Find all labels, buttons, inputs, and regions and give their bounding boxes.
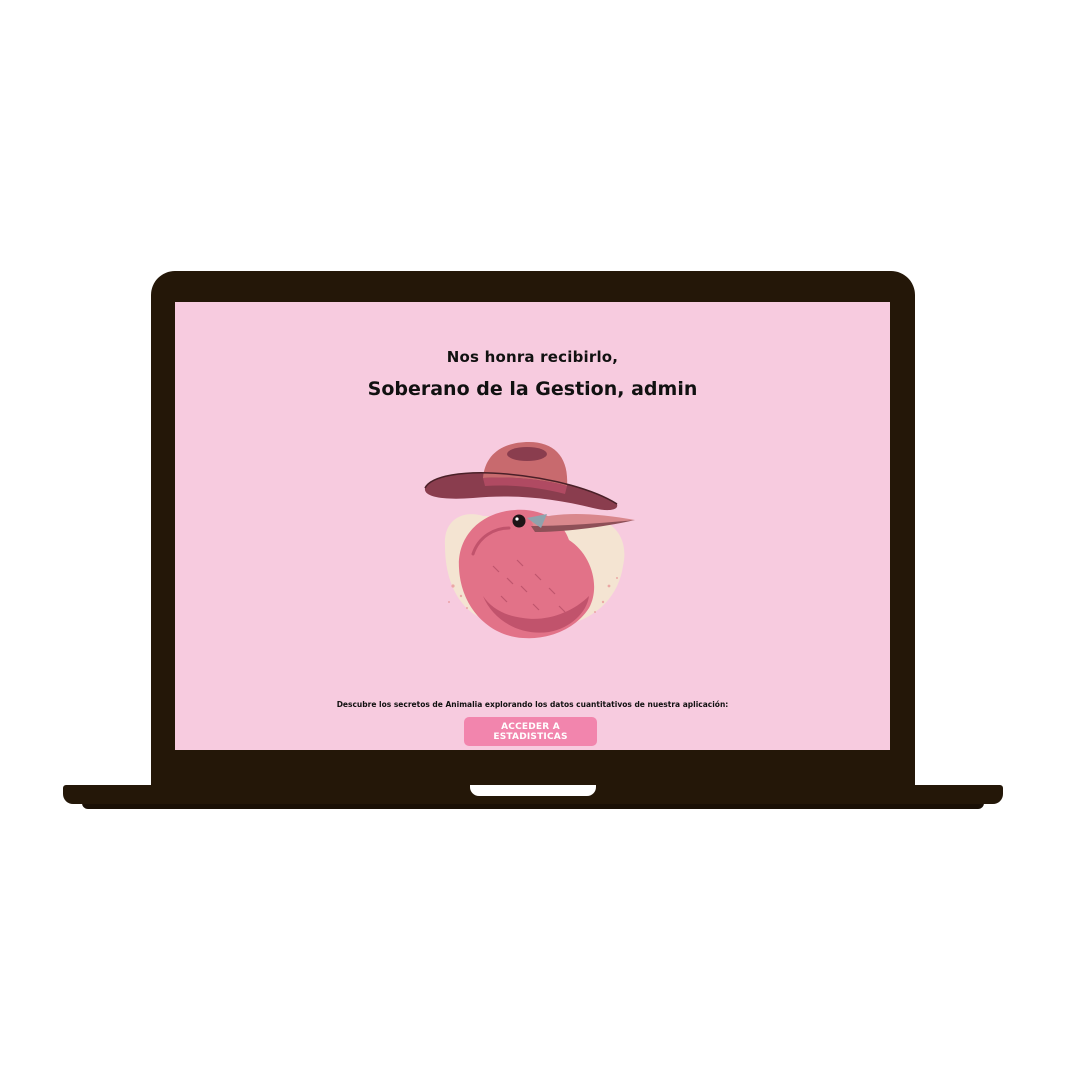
- page-title: Soberano de la Gestion, admin: [367, 378, 698, 400]
- welcome-greeting: Nos honra recibirlo,: [446, 348, 619, 366]
- statistics-button[interactable]: ACCEDER A ESTADISTICAS: [464, 717, 597, 746]
- laptop-screen: Nos honra recibirlo, Soberano de la Gest…: [175, 302, 890, 750]
- laptop-mockup: Nos honra recibirlo, Soberano de la Gest…: [0, 0, 1080, 1080]
- description-text: Descubre los secretos de Animalia explor…: [336, 700, 729, 709]
- laptop-notch: [470, 785, 596, 796]
- bird-with-hat-icon: [424, 442, 635, 639]
